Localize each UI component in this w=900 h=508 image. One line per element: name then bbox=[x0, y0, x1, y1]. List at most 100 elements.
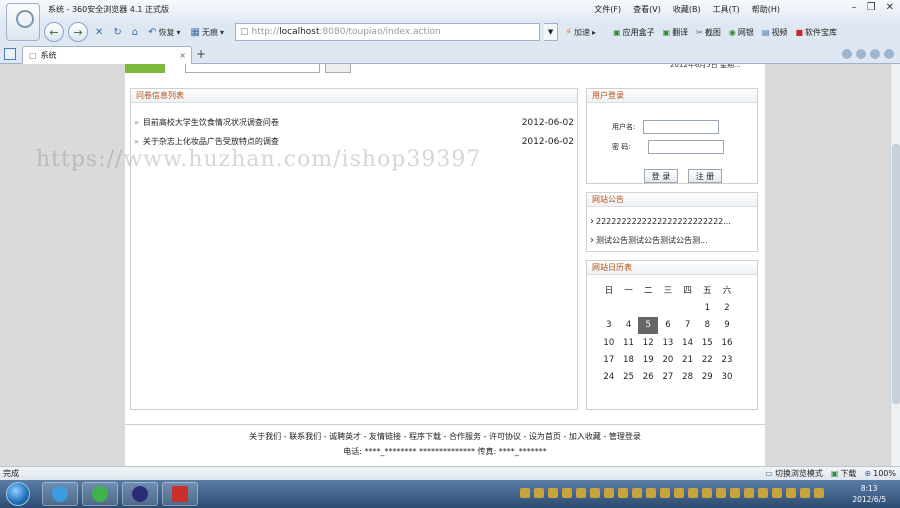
calendar-day[interactable]: 4 bbox=[619, 317, 639, 334]
login-button[interactable]: 登 录 bbox=[644, 169, 678, 183]
password-input[interactable] bbox=[648, 140, 724, 154]
tray-icon[interactable] bbox=[646, 488, 656, 498]
calendar-day[interactable]: 27 bbox=[658, 369, 678, 386]
tray-icon[interactable] bbox=[688, 488, 698, 498]
back-button[interactable]: ← bbox=[44, 22, 64, 42]
new-tab-icon[interactable]: + bbox=[196, 47, 206, 61]
menu-tools[interactable]: 工具(T) bbox=[713, 4, 740, 15]
questionnaire-title[interactable]: 关于杂志上化妆品广告受放特点的调查 bbox=[143, 136, 279, 147]
tray-icon[interactable] bbox=[758, 488, 768, 498]
refresh-button[interactable]: ↻ bbox=[110, 23, 124, 41]
menu-file[interactable]: 文件(F) bbox=[594, 4, 621, 15]
tray-icon[interactable] bbox=[716, 488, 726, 498]
accelerate-button[interactable]: ⚡ 加速 ▸ bbox=[562, 23, 599, 41]
minimize-icon[interactable]: – bbox=[852, 2, 857, 13]
tray-icon[interactable] bbox=[590, 488, 600, 498]
calendar-day[interactable]: 5 bbox=[638, 317, 659, 335]
tray-icon[interactable] bbox=[744, 488, 754, 498]
tray-icon[interactable] bbox=[576, 488, 586, 498]
tray-icon[interactable] bbox=[814, 488, 824, 498]
close-window-icon[interactable]: ✕ bbox=[886, 2, 894, 13]
maximize-icon[interactable]: ❐ bbox=[867, 2, 876, 13]
translate-button[interactable]: ▣ 翻译 bbox=[663, 27, 689, 38]
tray-icon[interactable] bbox=[660, 488, 670, 498]
stop-button[interactable]: ✕ bbox=[92, 23, 106, 41]
list-item[interactable]: 测试公告测试公告测试公告测... bbox=[590, 231, 755, 250]
tray-icon[interactable] bbox=[520, 488, 530, 498]
screenshot-button[interactable]: ✂ 截图 bbox=[696, 27, 721, 38]
taskbar-ie-button[interactable] bbox=[42, 482, 78, 506]
calendar-day[interactable]: 19 bbox=[638, 352, 658, 369]
calendar-day[interactable]: 14 bbox=[678, 335, 698, 352]
app-box-button[interactable]: ▣ 应用盒子 bbox=[613, 27, 655, 38]
bank-button[interactable]: ◉ 网银 bbox=[729, 27, 754, 38]
username-input[interactable] bbox=[643, 120, 720, 134]
taskbar-clock[interactable]: 8:13 2012/6/5 bbox=[852, 483, 886, 505]
calendar-day[interactable]: 20 bbox=[658, 352, 678, 369]
vertical-scrollbar[interactable] bbox=[890, 64, 900, 466]
video-button[interactable]: ▤ 视频 bbox=[762, 27, 788, 38]
download-button[interactable]: ▣ 下载 bbox=[831, 467, 857, 480]
calendar-day[interactable]: 30 bbox=[717, 369, 737, 386]
footer-links[interactable]: 关于我们 - 联系我们 - 诚聘英才 - 友情链接 - 程序下载 - 合作服务 … bbox=[125, 431, 765, 442]
calendar-day[interactable]: 26 bbox=[638, 369, 658, 386]
tray-icon[interactable] bbox=[772, 488, 782, 498]
menu-view[interactable]: 查看(V) bbox=[633, 4, 661, 15]
calendar-day[interactable]: 8 bbox=[697, 317, 717, 334]
forward-button[interactable]: → bbox=[68, 22, 88, 42]
menu-help[interactable]: 帮助(H) bbox=[752, 4, 780, 15]
tray-icon[interactable] bbox=[674, 488, 684, 498]
taskbar-360-button[interactable] bbox=[82, 482, 118, 506]
tray-icon[interactable] bbox=[534, 488, 544, 498]
tray-icon[interactable] bbox=[548, 488, 558, 498]
taskbar-app-button[interactable] bbox=[162, 482, 198, 506]
calendar-day[interactable]: 25 bbox=[619, 369, 639, 386]
address-bar[interactable]: ▢ http:// localhost :8080/toupiao/index.… bbox=[235, 23, 541, 41]
calendar-day[interactable]: 6 bbox=[658, 317, 678, 334]
calendar-day[interactable]: 1 bbox=[697, 300, 717, 317]
calendar-day[interactable]: 15 bbox=[697, 335, 717, 352]
tray-icon[interactable] bbox=[632, 488, 642, 498]
calendar-day[interactable]: 21 bbox=[678, 352, 698, 369]
browser-logo-icon[interactable] bbox=[6, 3, 40, 41]
scrollbar-thumb[interactable] bbox=[892, 144, 900, 404]
restore-button[interactable]: ↶ 恢复 ▾ bbox=[145, 23, 183, 41]
calendar-day[interactable]: 9 bbox=[717, 317, 737, 334]
tray-icon[interactable] bbox=[800, 488, 810, 498]
start-button[interactable] bbox=[6, 482, 30, 506]
calendar-day[interactable]: 22 bbox=[697, 352, 717, 369]
header-search-button[interactable] bbox=[325, 64, 351, 73]
calendar-day[interactable]: 7 bbox=[678, 317, 698, 334]
calendar-day[interactable]: 17 bbox=[599, 352, 619, 369]
calendar-day[interactable]: 28 bbox=[678, 369, 698, 386]
calendar-day[interactable]: 13 bbox=[658, 335, 678, 352]
calendar-day[interactable]: 11 bbox=[619, 335, 639, 352]
list-item[interactable]: 2222222222222222222222222... bbox=[590, 212, 755, 231]
taskbar-eclipse-button[interactable] bbox=[122, 482, 158, 506]
calendar-day[interactable]: 2 bbox=[717, 300, 737, 317]
zoom-button[interactable]: ⊕ 100% bbox=[864, 467, 896, 480]
questionnaire-title[interactable]: 目前高校大学生饮食情况状况调查问卷 bbox=[143, 117, 279, 128]
header-search-input[interactable] bbox=[185, 64, 320, 73]
tray-icon[interactable] bbox=[702, 488, 712, 498]
calendar-day[interactable]: 3 bbox=[599, 317, 619, 334]
tab-action-icon[interactable] bbox=[870, 49, 880, 59]
tray-icon[interactable] bbox=[786, 488, 796, 498]
home-button[interactable]: ⌂ bbox=[129, 23, 141, 41]
address-dropdown[interactable]: ▼ bbox=[544, 23, 559, 41]
tab-action-icon[interactable] bbox=[856, 49, 866, 59]
tray-icon[interactable] bbox=[618, 488, 628, 498]
calendar-day[interactable]: 12 bbox=[638, 335, 658, 352]
register-button[interactable]: 注 册 bbox=[688, 169, 722, 183]
browse-mode-button[interactable]: ▭ 切换浏览模式 bbox=[765, 467, 823, 480]
close-tab-icon[interactable]: × bbox=[179, 51, 186, 60]
calendar-day[interactable]: 23 bbox=[717, 352, 737, 369]
tray-icon[interactable] bbox=[730, 488, 740, 498]
list-item[interactable]: 目前高校大学生饮食情况状况调查问卷 2012-06-02 bbox=[134, 113, 574, 132]
tab-action-icon[interactable] bbox=[842, 49, 852, 59]
calendar-day[interactable]: 10 bbox=[599, 335, 619, 352]
tab-system[interactable]: ▢ 系统 × bbox=[22, 46, 192, 64]
calendar-day[interactable]: 24 bbox=[599, 369, 619, 386]
calendar-day[interactable]: 29 bbox=[697, 369, 717, 386]
tab-action-icon[interactable] bbox=[884, 49, 894, 59]
